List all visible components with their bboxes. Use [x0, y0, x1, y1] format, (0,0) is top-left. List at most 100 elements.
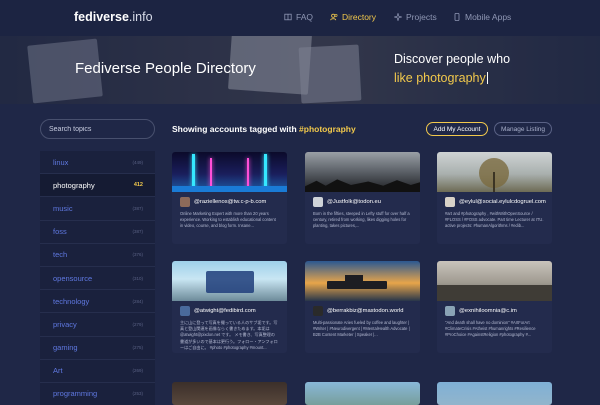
topic-item-art[interactable]: Art (269)	[40, 359, 155, 383]
card-bio: #art and #photography , #withWithOpenSou…	[445, 211, 544, 229]
card-handle[interactable]: @Justfolk@todon.eu	[327, 199, 381, 205]
nav-projects-label: Projects	[406, 12, 437, 22]
card-photo	[305, 261, 420, 301]
logo-text: fediverse	[74, 10, 129, 24]
sparkle-icon	[394, 13, 402, 21]
typing-caret	[486, 72, 488, 84]
topic-item-programming[interactable]: programming (253)	[40, 382, 155, 405]
hero-tagline-line1: Discover people who	[394, 52, 511, 66]
search-topics-input[interactable]	[40, 119, 155, 139]
card-handle[interactable]: @raziellenos@tw.c-p-b.com	[194, 199, 266, 205]
topic-item-linux[interactable]: linux (449)	[40, 151, 155, 175]
hero-tagline: Discover people who like photography	[394, 50, 510, 88]
card-photo	[437, 261, 552, 301]
hero-tagline-topic: like photography	[394, 71, 486, 85]
results-heading-prefix: Showing accounts tagged with	[172, 124, 297, 134]
card-photo	[437, 382, 552, 405]
users-icon	[330, 13, 338, 21]
add-my-account-button[interactable]: Add My Account	[426, 122, 488, 136]
topic-count: 412	[133, 182, 143, 189]
account-card[interactable]	[172, 382, 287, 405]
card-user: @exnihiloomnia@c.im	[437, 301, 552, 317]
topic-list: linux (449) photography 412 music (387) fos…	[40, 151, 155, 405]
avatar	[313, 197, 323, 207]
account-card[interactable]	[305, 382, 420, 405]
card-photo	[172, 382, 287, 405]
card-bio: Multi-passionate Aries fueled by coffee …	[313, 320, 410, 338]
topic-name: foss	[53, 227, 67, 237]
avatar	[180, 197, 190, 207]
topic-item-technology[interactable]: technology (284)	[40, 290, 155, 314]
avatar	[445, 197, 455, 207]
topic-count: (376)	[132, 252, 143, 258]
nav-faq-label: FAQ	[296, 12, 314, 22]
topic-name: music	[53, 203, 73, 213]
card-user: @raziellenos@tw.c-p-b.com	[172, 192, 287, 208]
topic-count: (284)	[132, 298, 143, 304]
topic-item-privacy[interactable]: privacy (279)	[40, 313, 155, 337]
account-card[interactable]	[437, 382, 552, 405]
topic-count: (449)	[132, 159, 143, 165]
topic-item-music[interactable]: music (387)	[40, 197, 155, 221]
manage-listing-button[interactable]: Manage Listing	[494, 122, 552, 136]
card-handle[interactable]: @exnihiloomnia@c.im	[459, 308, 517, 314]
account-card[interactable]: @atwight@fedibird.com 主に山に登って写真を撮っている人のサ…	[172, 261, 287, 353]
account-card[interactable]: @raziellenos@tw.c-p-b.com Online Marketi…	[172, 152, 287, 244]
nav-mobile-apps[interactable]: Mobile Apps	[453, 12, 511, 22]
card-user: @atwight@fedibird.com	[172, 301, 287, 317]
topic-item-tech[interactable]: tech (376)	[40, 243, 155, 267]
account-card[interactable]: @exnihiloomnia@c.im "And death shall hav…	[437, 261, 552, 353]
card-user: @eylul@social.eylulcdogruel.com	[437, 192, 552, 208]
account-card[interactable]: @eylul@social.eylulcdogruel.com #art and…	[437, 152, 552, 244]
card-user: @Justfolk@todon.eu	[305, 192, 420, 208]
hero-title: Fediverse People Directory	[75, 60, 256, 77]
topic-name: gaming	[53, 343, 78, 353]
topic-name: Art	[53, 366, 63, 376]
topic-count: (279)	[132, 321, 143, 327]
topic-name: privacy	[53, 319, 77, 329]
account-card[interactable]: @Justfolk@todon.eu Born in the fifties, …	[305, 152, 420, 244]
topic-name: programming	[53, 389, 98, 399]
topic-name: technology	[53, 296, 90, 306]
account-card[interactable]: @berrakbiz@mastodon.world Multi-passiona…	[305, 261, 420, 353]
card-photo	[172, 261, 287, 301]
card-handle[interactable]: @eylul@social.eylulcdogruel.com	[459, 199, 546, 205]
avatar	[180, 306, 190, 316]
card-handle[interactable]: @atwight@fedibird.com	[194, 308, 256, 314]
logo-tld: .info	[128, 10, 153, 24]
hero-banner: Fediverse People Directory Discover peop…	[0, 36, 600, 104]
card-photo	[172, 152, 287, 192]
card-photo	[305, 152, 420, 192]
nav-faq[interactable]: FAQ	[284, 12, 313, 22]
card-bio: "And death shall have no dominion" #ArtF…	[445, 320, 536, 338]
results-heading-tag: #photography	[299, 124, 356, 134]
topic-count: (387)	[132, 229, 143, 235]
card-bio: 主に山に登って写真を撮っている人のサブ垢です。写真と登山関連を画像ならく書きため…	[180, 320, 278, 350]
nav-directory[interactable]: Directory	[330, 12, 376, 22]
card-bio: Born in the fifties, steeped in Lefty st…	[313, 211, 410, 229]
card-handle[interactable]: @berrakbiz@mastodon.world	[327, 308, 404, 314]
phone-icon	[454, 13, 460, 21]
topic-name: tech	[53, 250, 68, 260]
topic-count: (310)	[132, 275, 143, 281]
card-photo	[305, 382, 420, 405]
nav-projects[interactable]: Projects	[394, 12, 437, 22]
topic-count: (387)	[132, 205, 143, 211]
nav-directory-label: Directory	[342, 12, 377, 22]
topic-item-gaming[interactable]: gaming (275)	[40, 336, 155, 360]
book-icon	[284, 13, 292, 21]
topic-count: (275)	[132, 345, 143, 351]
topic-item-opensource[interactable]: opensource (310)	[40, 266, 155, 291]
card-photo	[437, 152, 552, 192]
topic-item-foss[interactable]: foss (387)	[40, 220, 155, 244]
topic-count: (253)	[132, 391, 143, 397]
topic-name: linux	[53, 157, 69, 167]
topic-count: (269)	[132, 368, 143, 374]
card-bio: Online Marketing Expert with more than 2…	[180, 211, 276, 229]
topic-item-photography[interactable]: photography 412	[40, 174, 155, 198]
hero-photo-right	[298, 44, 362, 104]
results-heading: Showing accounts tagged with #photograph…	[172, 124, 356, 134]
nav-mobile-apps-label: Mobile Apps	[465, 12, 512, 22]
card-user: @berrakbiz@mastodon.world	[305, 301, 420, 317]
site-logo[interactable]: fediverse.info	[74, 10, 153, 24]
